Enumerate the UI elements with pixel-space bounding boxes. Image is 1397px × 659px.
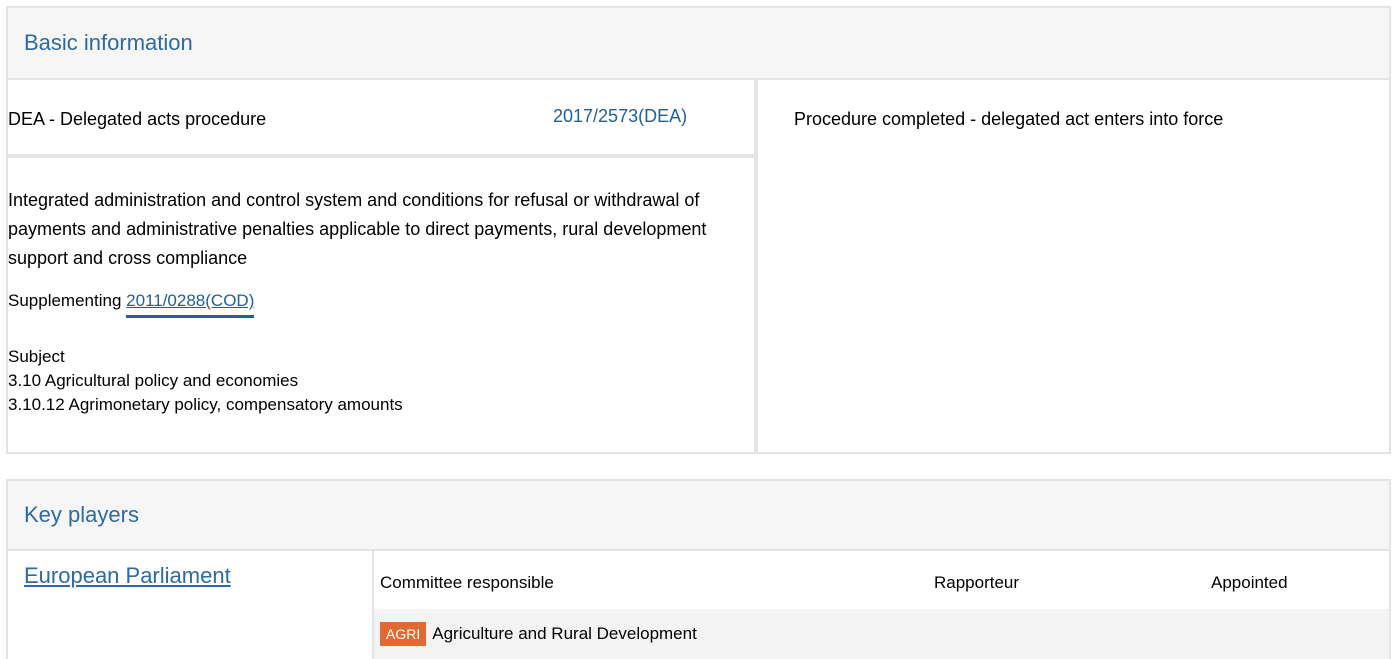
column-header-appointed: Appointed — [1211, 573, 1288, 592]
subject-item: 3.10.12 Agrimonetary policy, compensator… — [8, 395, 403, 414]
procedure-details-column: DEA - Delegated acts procedure 2017/2573… — [8, 80, 758, 452]
basic-information-body: DEA - Delegated acts procedure 2017/2573… — [8, 80, 1389, 452]
subject-block: Subject 3.10 Agricultural policy and eco… — [8, 345, 730, 417]
committee-name: Agriculture and Rural Development — [432, 624, 697, 643]
supplementing-line: Supplementing 2011/0288(COD) — [8, 291, 730, 318]
key-players-header: Key players — [8, 481, 1389, 551]
basic-information-panel: Basic information DEA - Delegated acts p… — [6, 6, 1391, 454]
supplementing-link[interactable]: 2011/0288(COD) — [126, 291, 255, 318]
procedure-description: Integrated administration and control sy… — [8, 190, 707, 268]
committee-row: AGRI Agriculture and Rural Development — [374, 609, 1389, 659]
european-parliament-link[interactable]: European Parliament — [24, 563, 231, 589]
procedure-details: Integrated administration and control sy… — [8, 158, 754, 417]
procedure-type: DEA - Delegated acts procedure — [8, 109, 267, 129]
ep-committee-table: Committee responsible Rapporteur Appoint… — [372, 551, 1389, 659]
procedure-row: DEA - Delegated acts procedure 2017/2573… — [8, 80, 754, 158]
key-players-body: European Parliament Committee responsibl… — [8, 551, 1389, 659]
column-header-committee: Committee responsible — [380, 573, 554, 592]
supplementing-label: Supplementing — [8, 291, 122, 310]
committee-badge[interactable]: AGRI — [380, 622, 427, 646]
column-header-rapporteur: Rapporteur — [934, 573, 1020, 592]
key-players-panel: Key players European Parliament Committe… — [6, 479, 1391, 659]
basic-information-header: Basic information — [8, 8, 1389, 80]
basic-information-title: Basic information — [24, 30, 193, 55]
key-players-title: Key players — [24, 502, 139, 527]
procedure-reference-link[interactable]: 2017/2573(DEA) — [553, 106, 687, 127]
procedure-status: Procedure completed - delegated act ente… — [794, 109, 1224, 129]
subject-label: Subject — [8, 347, 65, 366]
subject-item: 3.10 Agricultural policy and economies — [8, 371, 299, 390]
procedure-status-column: Procedure completed - delegated act ente… — [762, 80, 1389, 452]
